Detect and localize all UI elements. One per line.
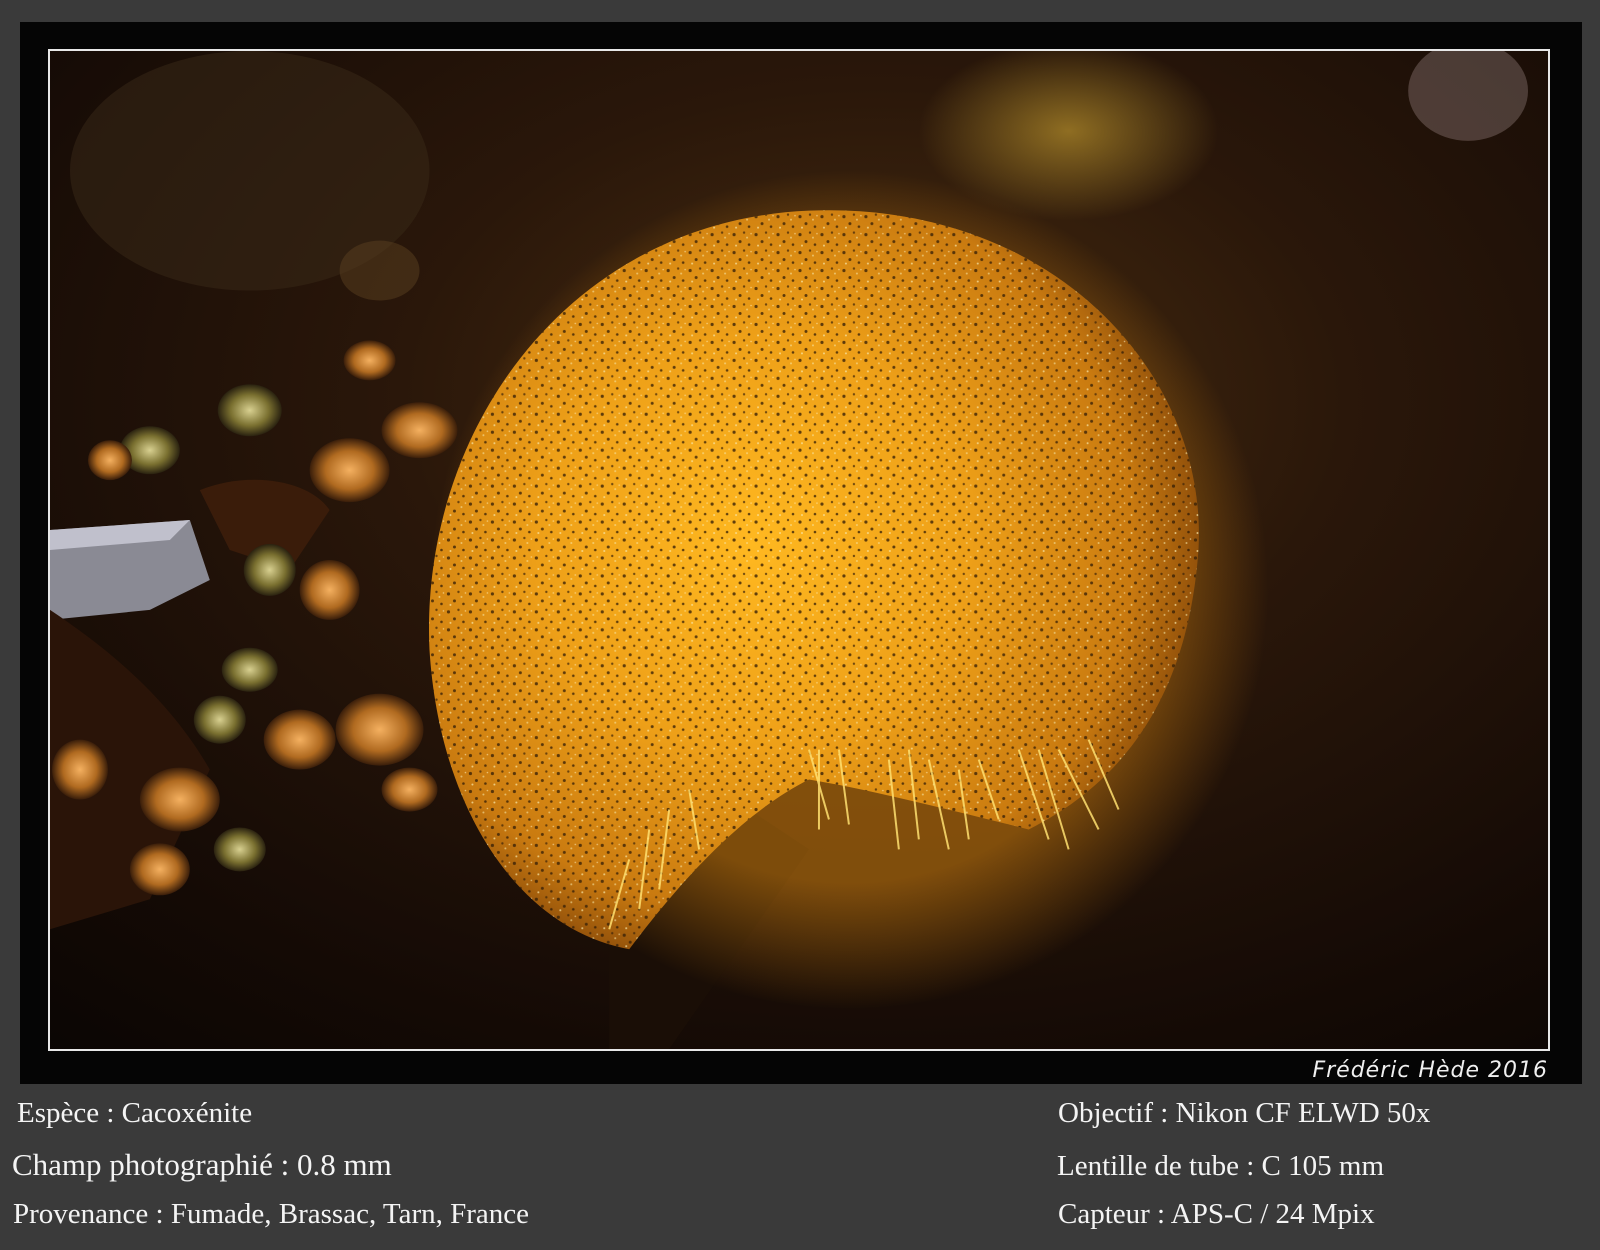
photo-frame: Frédéric Hède 2016	[20, 22, 1582, 1084]
caption-sensor: Capteur : APS-C / 24 Mpix	[1058, 1198, 1375, 1230]
photographer-signature: Frédéric Hède 2016	[1312, 1058, 1548, 1083]
caption-field-of-view: Champ photographié : 0.8 mm	[12, 1147, 392, 1182]
caption-origin: Provenance : Fumade, Brassac, Tarn, Fran…	[13, 1198, 530, 1230]
photo	[48, 49, 1550, 1051]
caption-objective: Objectif : Nikon CF ELWD 50x	[1058, 1097, 1431, 1129]
caption-tube-lens: Lentille de tube : C 105 mm	[1057, 1150, 1385, 1182]
page: Frédéric Hède 2016 Espèce : Cacoxénite C…	[0, 0, 1600, 1250]
mineral-photo-image	[50, 51, 1548, 1049]
caption-species: Espèce : Cacoxénite	[17, 1097, 253, 1129]
